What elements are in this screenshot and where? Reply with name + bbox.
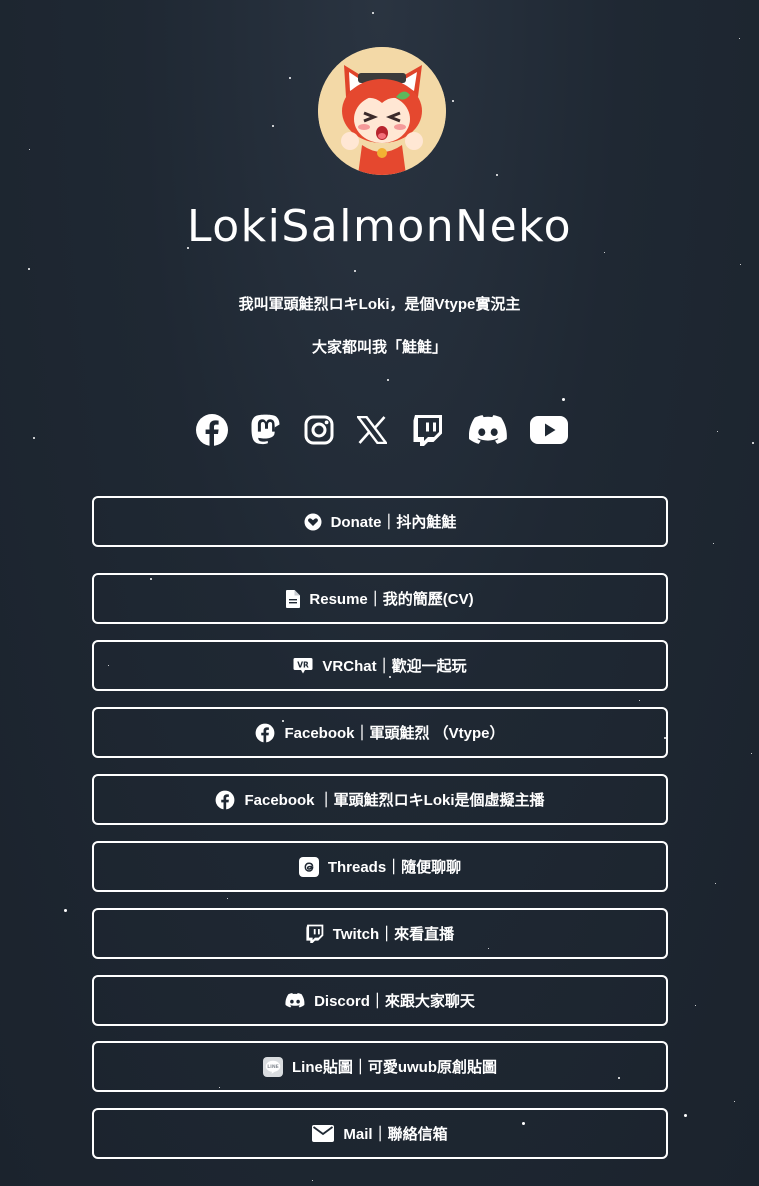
social-mastodon-link[interactable] xyxy=(250,408,282,452)
instagram-icon xyxy=(304,415,334,445)
line-icon: LINE xyxy=(263,1056,283,1077)
x-icon xyxy=(357,416,387,444)
twitch-icon xyxy=(306,924,324,943)
discord-icon xyxy=(469,415,507,444)
link-label: Mail｜聯絡信箱 xyxy=(343,1126,448,1143)
link-button-resume[interactable]: Resume｜我的簡歷(CV) xyxy=(92,573,668,624)
link-label: VRChat｜歡迎一起玩 xyxy=(322,658,467,675)
profile-bio-line-1: 我叫軍頭鮭烈ロキLoki，是個Vtype實況主 xyxy=(238,296,521,313)
profile-name: LokiSalmonNeko xyxy=(187,201,572,252)
document-icon xyxy=(286,589,301,608)
link-button-mail[interactable]: Mail｜聯絡信箱 xyxy=(92,1108,668,1159)
vrchat-icon: VR xyxy=(293,657,313,675)
mail-icon xyxy=(312,1125,335,1142)
link-button-donate[interactable]: Donate｜抖內鮭鮭 xyxy=(92,496,668,547)
social-youtube-link[interactable] xyxy=(529,408,569,452)
social-facebook-link[interactable] xyxy=(195,408,229,452)
link-label: Threads｜隨便聊聊 xyxy=(327,859,462,876)
link-label: Line貼圖｜可愛uwub原創貼圖 xyxy=(292,1059,497,1076)
facebook-icon xyxy=(196,414,228,447)
social-instagram-link[interactable] xyxy=(303,408,335,452)
mastodon-icon xyxy=(251,414,280,445)
link-label: Facebook｜軍頭鮭烈 （Vtype） xyxy=(284,725,505,742)
link-label: Discord｜來跟大家聊天 xyxy=(314,993,475,1010)
social-discord-link[interactable] xyxy=(468,408,508,452)
social-x-link[interactable] xyxy=(356,408,388,452)
social-twitch-link[interactable] xyxy=(412,408,444,452)
cartoon-cat-girl-avatar xyxy=(318,47,446,175)
link-label: Donate｜抖內鮭鮭 xyxy=(330,514,457,531)
twitch-icon xyxy=(413,415,442,446)
discord-icon xyxy=(285,993,305,1008)
link-label: Facebook ｜軍頭鮭烈ロキLoki是個虛擬主播 xyxy=(244,792,545,809)
link-button-vrchat[interactable]: VR VRChat｜歡迎一起玩 xyxy=(92,640,668,691)
link-label: Twitch｜來看直播 xyxy=(332,926,455,943)
profile-bio-line-2: 大家都叫我「鮭鮭」 xyxy=(311,339,447,356)
link-button-threads[interactable]: Threads｜隨便聊聊 xyxy=(92,841,668,892)
link-button-twitch[interactable]: Twitch｜來看直播 xyxy=(92,908,668,959)
heart-circle-icon xyxy=(304,513,322,531)
social-icons-row xyxy=(0,408,759,454)
facebook-icon xyxy=(215,790,235,810)
threads-icon xyxy=(298,856,319,877)
link-button-line-stickers[interactable]: LINE Line貼圖｜可愛uwub原創貼圖 xyxy=(92,1041,668,1092)
link-button-facebook-vtype[interactable]: Facebook｜軍頭鮭烈 （Vtype） xyxy=(92,707,668,758)
link-button-discord[interactable]: Discord｜來跟大家聊天 xyxy=(92,975,668,1026)
svg-text:VR: VR xyxy=(298,660,310,669)
link-button-facebook-vtuber[interactable]: Facebook ｜軍頭鮭烈ロキLoki是個虛擬主播 xyxy=(92,774,668,825)
link-label: Resume｜我的簡歷(CV) xyxy=(309,591,474,608)
svg-text:LINE: LINE xyxy=(267,1064,279,1070)
facebook-icon xyxy=(255,723,275,743)
youtube-icon xyxy=(530,416,568,444)
avatar xyxy=(318,47,446,175)
